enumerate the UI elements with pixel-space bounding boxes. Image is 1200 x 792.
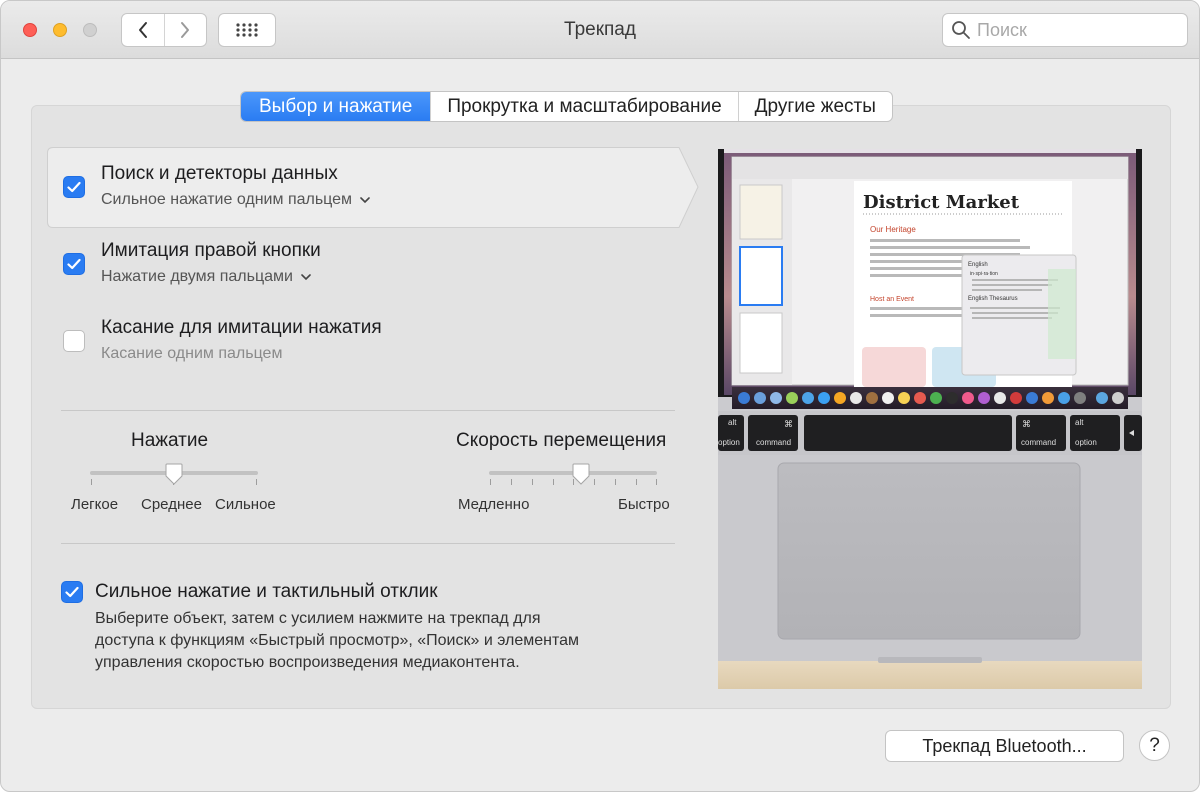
selected-option-highlight (47, 147, 699, 229)
tab-bar: Выбор и нажатие Прокрутка и масштабирова… (240, 91, 893, 122)
lookup-checkbox[interactable] (63, 176, 85, 198)
search-icon (952, 21, 970, 39)
tracking-slider-tick (594, 479, 595, 485)
option-title: Касание для имитации нажатия (101, 317, 382, 338)
click-slider-label-medium: Среднее (141, 496, 202, 513)
preview-key-cmd-right-symbol: ⌘ (1022, 420, 1031, 430)
tracking-slider-tick (511, 479, 512, 485)
title-bar: Трекпад (1, 1, 1199, 59)
tracking-slider-label-slow: Медленно (458, 496, 530, 513)
preview-heading-2: Host an Event (870, 296, 914, 303)
option-subtitle: Касание одним пальцем (101, 345, 283, 362)
tap-to-click-checkbox[interactable] (63, 330, 85, 352)
force-click-checkbox[interactable] (61, 581, 83, 603)
checkmark-icon (67, 258, 81, 270)
divider (61, 543, 675, 544)
checkmark-icon (65, 586, 79, 598)
option-title: Поиск и детекторы данных (101, 163, 338, 184)
divider (61, 410, 675, 411)
click-slider-label-firm: Сильное (215, 496, 276, 513)
click-slider-knob[interactable] (165, 463, 183, 485)
chevron-down-icon (360, 196, 370, 203)
tab-scroll-and-zoom[interactable]: Прокрутка и масштабирование (430, 92, 737, 121)
preview-key-cmd-left-symbol: ⌘ (784, 420, 793, 430)
preview-key-command-right: command (1021, 438, 1056, 447)
tracking-slider-tick (656, 479, 657, 485)
option-subtitle-row: Касание одним пальцем (101, 345, 282, 363)
click-slider-tick (256, 479, 257, 485)
preview-popup-lang: English (968, 262, 988, 268)
tracking-slider-tick (636, 479, 637, 485)
preview-doc-title: District Market (863, 192, 1020, 213)
help-button[interactable]: ? (1139, 730, 1170, 761)
bluetooth-trackpad-button[interactable]: Трекпад Bluetooth... (885, 730, 1124, 762)
tab-point-and-click[interactable]: Выбор и нажатие (241, 92, 431, 121)
tab-more-gestures[interactable]: Другие жесты (737, 92, 892, 121)
checkmark-icon (67, 181, 81, 193)
force-click-title: Сильное нажатие и тактильный отклик (95, 581, 438, 602)
preview-heading-1: Our Heritage (870, 225, 916, 234)
option-subtitle: Сильное нажатие одним пальцем (101, 191, 353, 208)
secondary-click-checkbox[interactable] (63, 253, 85, 275)
preview-key-option-left: option (718, 438, 740, 447)
gesture-preview-image: District Market Our Heritage Host an Eve… (718, 149, 1142, 689)
click-slider-label-light: Легкое (71, 496, 119, 513)
force-click-description: Выберите объект, затем с усилием нажмите… (95, 608, 675, 674)
description-line: управления скоростью воспроизведения мед… (95, 654, 520, 671)
tracking-slider-label-fast: Быстро (618, 496, 670, 513)
preview-popup-thesaurus: English Thesaurus (968, 296, 1018, 302)
preview-key-alt-left: alt (728, 418, 737, 427)
option-title: Имитация правой кнопки (101, 240, 321, 261)
click-slider-title: Нажатие (131, 430, 209, 451)
tracking-slider-tick (532, 479, 533, 485)
preferences-window: Трекпад Выбор и нажатие Прокрутка и масш… (0, 0, 1200, 792)
secondary-click-dropdown[interactable]: Нажатие двумя пальцами (101, 268, 311, 286)
tracking-slider-tick (553, 479, 554, 485)
tracking-slider-title: Скорость перемещения (456, 430, 667, 451)
click-slider-tick (91, 479, 92, 485)
tracking-slider-tick (615, 479, 616, 485)
preview-key-alt-right: alt (1075, 418, 1084, 427)
search-input[interactable] (977, 19, 1177, 41)
option-subtitle: Нажатие двумя пальцами (101, 268, 293, 285)
description-line: доступа к функциям «Быстрый просмотр», «… (95, 632, 580, 649)
tracking-slider-tick (490, 479, 491, 485)
description-line: Выберите объект, затем с усилием нажмите… (95, 610, 541, 627)
chevron-down-icon (301, 273, 311, 280)
search-field[interactable] (942, 13, 1188, 47)
preview-key-option-right: option (1075, 438, 1097, 447)
lookup-gesture-dropdown[interactable]: Сильное нажатие одним пальцем (101, 191, 370, 209)
tracking-slider-knob[interactable] (572, 463, 590, 485)
preview-key-command-left: command (756, 438, 791, 447)
preview-popup-word: in·spi·ra·tion (970, 271, 998, 277)
